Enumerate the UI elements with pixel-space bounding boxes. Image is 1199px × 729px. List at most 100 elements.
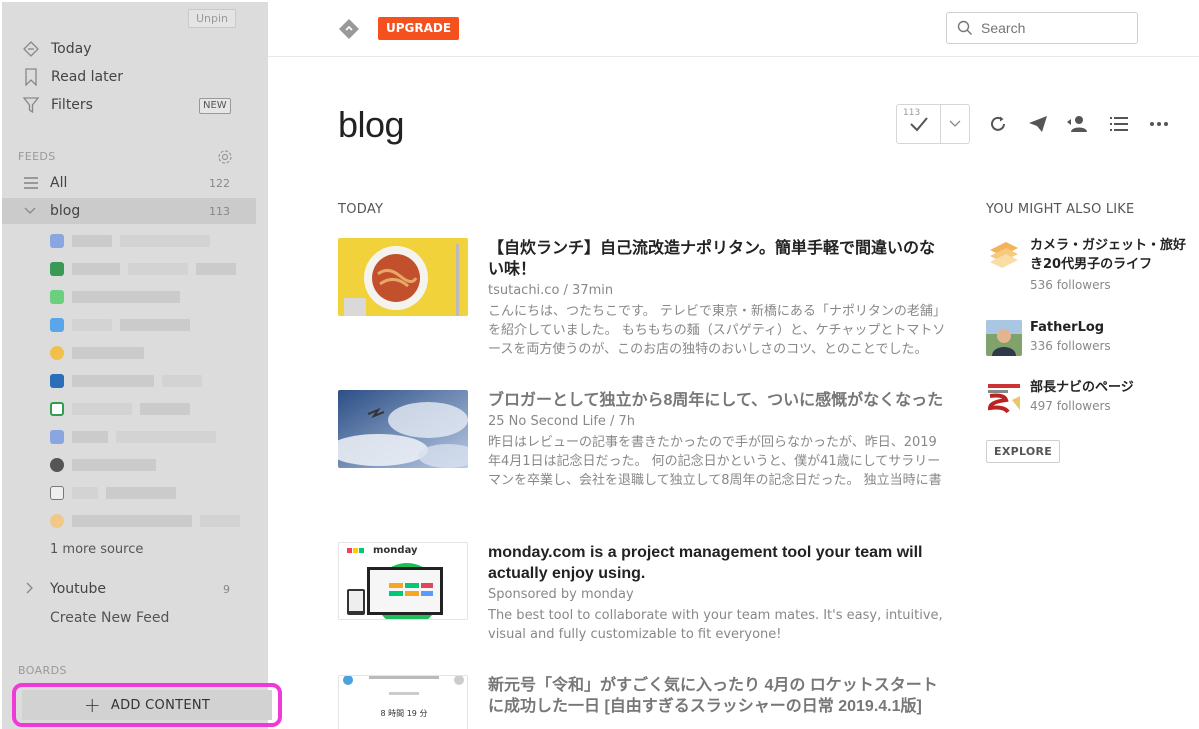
feed-name: カメラ・ガジェット・旅好き20代男子のライフ: [1030, 238, 1187, 272]
feed-name: 部長ナビのページ: [1030, 380, 1134, 395]
site-icon: [50, 290, 64, 304]
source-item[interactable]: [50, 510, 260, 532]
nav-today-label: Today: [51, 41, 92, 57]
article-thumbnail[interactable]: monday: [338, 542, 468, 620]
chevron-right-icon[interactable]: [22, 582, 38, 597]
source-item[interactable]: [50, 230, 260, 252]
add-content-highlight: + ADD CONTENT: [12, 683, 282, 727]
more-source-link[interactable]: 1 more source: [50, 542, 143, 557]
article-title[interactable]: ブロガーとして独立から8周年にして、ついに感慨がなくなった: [488, 390, 948, 411]
monday-logo: monday: [373, 545, 418, 556]
feed-youtube[interactable]: Youtube 9: [2, 576, 256, 602]
feed-followers: 497 followers: [1030, 399, 1111, 413]
gear-icon[interactable]: [216, 148, 234, 166]
site-icon: [50, 262, 64, 276]
site-icon: [50, 318, 64, 332]
share-team-icon[interactable]: [1066, 114, 1092, 134]
article-title[interactable]: monday.com is a project management tool …: [488, 542, 948, 584]
article-meta: tsutachi.co / 37min: [488, 283, 614, 298]
top-header: UPGRADE: [268, 0, 1199, 57]
mark-as-read-dropdown[interactable]: [941, 105, 969, 143]
plus-icon: +: [83, 693, 101, 717]
article-thumbnail[interactable]: 8 時間 19 分: [338, 675, 468, 729]
feed-blog-count: 113: [209, 204, 230, 218]
nav-read-later[interactable]: Read later: [20, 65, 123, 89]
rss-icon: [50, 430, 64, 444]
create-new-feed-link[interactable]: Create New Feed: [50, 610, 169, 626]
feed-followers: 536 followers: [1030, 278, 1111, 292]
source-item[interactable]: [50, 398, 260, 420]
avatar: [50, 514, 64, 528]
feed-all-count: 122: [209, 176, 230, 190]
feed-blog[interactable]: blog 113: [2, 198, 256, 224]
source-item[interactable]: [50, 258, 260, 280]
mark-as-read-button[interactable]: 113: [897, 105, 941, 143]
source-item[interactable]: [50, 342, 260, 364]
search-input[interactable]: [981, 20, 1121, 36]
feed-all[interactable]: All 122: [2, 170, 256, 196]
recommended-feed[interactable]: FatherLog 336 followers: [986, 318, 1186, 368]
article-snippet: The best tool to collaborate with your t…: [488, 608, 943, 642]
feed-all-label: All: [50, 175, 68, 191]
feed-youtube-label: Youtube: [50, 581, 106, 597]
new-badge: NEW: [199, 98, 231, 114]
add-content-label: ADD CONTENT: [110, 697, 211, 713]
feeds-section-label: FEEDS: [18, 150, 56, 163]
source-item[interactable]: [50, 482, 260, 504]
search-box[interactable]: [946, 12, 1138, 44]
nav-read-later-label: Read later: [51, 69, 123, 85]
refresh-icon[interactable]: [987, 114, 1009, 134]
feed-youtube-count: 9: [223, 582, 230, 596]
more-icon[interactable]: [1148, 114, 1170, 134]
nav-filters-label: Filters: [51, 97, 93, 113]
feed-followers: 336 followers: [1030, 339, 1111, 353]
feedly-logo-icon[interactable]: [338, 18, 360, 40]
recommended-feed[interactable]: カメラ・ガジェット・旅好き20代男子のライフ 536 followers: [986, 236, 1186, 292]
feed-avatar: [986, 320, 1022, 356]
feed-name: FatherLog: [1030, 320, 1105, 335]
search-icon: [957, 20, 972, 35]
explore-button[interactable]: EXPLORE: [986, 440, 1061, 463]
source-item[interactable]: [50, 426, 260, 448]
site-icon: [50, 402, 64, 416]
sidebar: Unpin Today Read later Filters NEW FEEDS…: [2, 2, 268, 729]
mark-as-read-control[interactable]: 113: [896, 104, 970, 144]
article-thumbnail[interactable]: [338, 238, 468, 316]
also-like-label: YOU MIGHT ALSO LIKE: [986, 202, 1135, 217]
site-icon: [50, 486, 64, 500]
feed-avatar: [986, 380, 1022, 416]
nav-today[interactable]: Today: [20, 37, 92, 61]
chevron-down-icon: [949, 120, 961, 127]
list-icon: [24, 177, 38, 189]
source-item[interactable]: [50, 314, 260, 336]
article-title[interactable]: 新元号「令和」がすごく気に入ったり 4月の ロケットスタートに成功した一日 [自…: [488, 675, 948, 717]
bookmark-icon: [20, 68, 42, 86]
nav-filters[interactable]: Filters: [20, 93, 93, 117]
article-title[interactable]: 【自炊ランチ】自己流改造ナポリタン。簡単手軽で間違いのない味！: [488, 238, 948, 280]
site-icon: [50, 458, 64, 472]
article-meta: Sponsored by monday: [488, 587, 634, 602]
article-thumbnail[interactable]: [338, 390, 468, 468]
source-item[interactable]: [50, 370, 260, 392]
boards-section-label: BOARDS: [18, 664, 67, 677]
article-item[interactable]: 8 時間 19 分 新元号「令和」がすごく気に入ったり 4月の ロケットスタート…: [338, 675, 948, 729]
upgrade-button[interactable]: UPGRADE: [378, 17, 460, 40]
source-item[interactable]: [50, 454, 260, 476]
site-icon: [50, 346, 64, 360]
site-icon: [50, 374, 64, 388]
add-content-button[interactable]: + ADD CONTENT: [22, 690, 272, 720]
recommended-feed[interactable]: 部長ナビのページ 497 followers: [986, 378, 1186, 428]
thumb-duration-text: 8 時間 19 分: [381, 709, 428, 718]
today-icon: [20, 40, 42, 58]
feed-blog-label: blog: [50, 203, 81, 219]
article-snippet: 昨日はレビューの記事を書きたかったので手が回らなかったが、昨日、2019年4月1…: [488, 435, 942, 488]
rss-icon: [50, 234, 64, 248]
list-view-icon[interactable]: [1108, 114, 1130, 134]
source-item[interactable]: [50, 286, 260, 308]
feed-avatar: [986, 238, 1022, 274]
unread-count: 113: [903, 108, 921, 118]
page-title: blog: [338, 104, 405, 145]
send-icon[interactable]: [1027, 114, 1049, 134]
chevron-down-icon[interactable]: [22, 204, 38, 218]
unpin-button[interactable]: Unpin: [188, 9, 236, 28]
